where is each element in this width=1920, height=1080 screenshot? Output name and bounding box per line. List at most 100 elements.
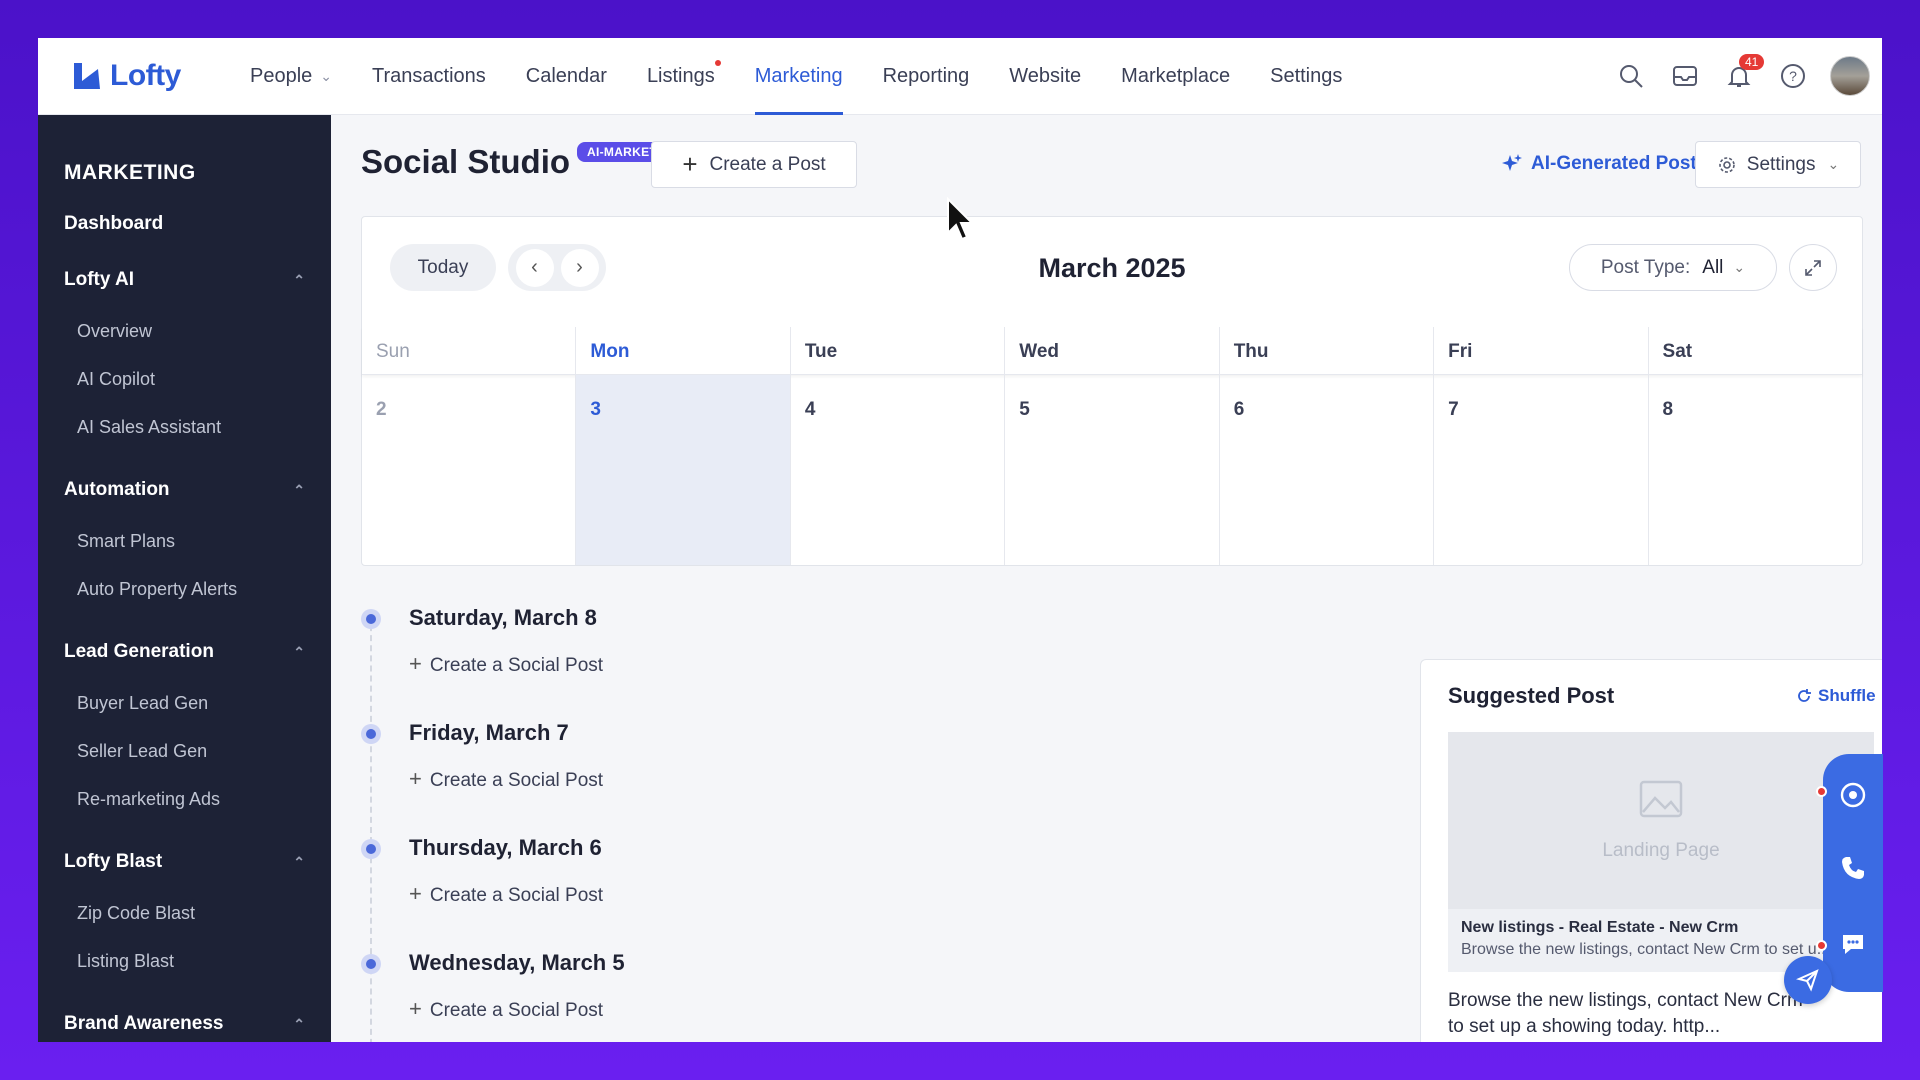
settings-dropdown[interactable]: Settings ⌄ (1695, 141, 1861, 188)
sidebar-item-smart-plans[interactable]: Smart Plans (38, 517, 331, 565)
suggested-post-card[interactable]: Landing Page New listings - Real Estate … (1448, 732, 1874, 972)
sidebar: MARKETING Dashboard Lofty AI ⌃ Overview … (38, 115, 331, 1042)
create-social-post-link[interactable]: + Create a Social Post (409, 766, 603, 792)
chevron-up-icon: ⌃ (293, 271, 305, 288)
sidebar-group-lofty-ai[interactable]: Lofty AI ⌃ (38, 265, 331, 295)
sidebar-item-zip-code-blast[interactable]: Zip Code Blast (38, 889, 331, 937)
post-image-placeholder: Landing Page (1448, 732, 1874, 909)
suggested-post-text: Browse the new listings, contact New Crm… (1448, 990, 1803, 1037)
sidebar-item-listing-blast[interactable]: Listing Blast (38, 937, 331, 985)
nav-marketplace-label: Marketplace (1121, 64, 1231, 87)
sidebar-item-ai-sales-assistant[interactable]: AI Sales Assistant (38, 403, 331, 451)
main-nav: People ⌄ Transactions Calendar Listings … (230, 38, 1362, 115)
timeline-entry: Friday, March 7 + Create a Social Post (361, 720, 1141, 835)
create-post-label: Create a Post (709, 153, 826, 175)
day-cell[interactable]: 6 (1218, 375, 1433, 565)
chevron-down-icon: ⌄ (1827, 156, 1840, 172)
timeline-date: Wednesday, March 5 (409, 950, 625, 975)
day-cell-selected[interactable]: 3 (575, 375, 790, 565)
sidebar-item-ai-copilot[interactable]: AI Copilot (38, 355, 331, 403)
settings-label: Settings (1746, 153, 1816, 175)
floating-action-bar (1816, 754, 1883, 992)
timeline-date: Thursday, March 6 (409, 835, 602, 860)
timeline-date: Friday, March 7 (409, 720, 569, 745)
day-header: Fri (1433, 327, 1647, 374)
help-icon[interactable]: ? (1779, 62, 1807, 90)
nav-website-label: Website (1009, 64, 1082, 87)
lofty-logo[interactable]: Lofty (70, 59, 220, 93)
ai-generated-post-button[interactable]: AI-Generated Post (1501, 153, 1697, 175)
create-social-post-link[interactable]: + Create a Social Post (409, 996, 603, 1022)
nav-listings[interactable]: Listings (627, 38, 735, 115)
listings-notification-dot (714, 59, 721, 66)
sidebar-item-seller-lead-gen[interactable]: Seller Lead Gen (38, 727, 331, 775)
day-header: Sun (376, 341, 410, 362)
lofty-logo-icon (74, 63, 100, 89)
chevron-down-icon: ⌄ (1733, 259, 1746, 275)
expand-icon (1805, 259, 1821, 276)
image-icon (1639, 780, 1683, 817)
nav-marketplace[interactable]: Marketplace (1101, 38, 1250, 115)
sidebar-item-remarketing-ads[interactable]: Re-marketing Ads (38, 775, 331, 823)
timeline-dot (361, 954, 381, 974)
chevron-down-icon: ⌄ (320, 67, 333, 84)
nav-utilities: 41 ? (1604, 54, 1870, 96)
nav-transactions[interactable]: Transactions (352, 38, 506, 115)
create-social-post-label: Create a Social Post (429, 1000, 604, 1021)
sidebar-group-brand-awareness[interactable]: Brand Awareness ⌃ (38, 1009, 331, 1039)
create-social-post-link[interactable]: + Create a Social Post (409, 881, 603, 907)
plus-icon: + (409, 996, 422, 1021)
image-label: Landing Page (1602, 839, 1720, 861)
nav-reporting[interactable]: Reporting (863, 38, 990, 115)
day-cell[interactable]: 5 (1004, 375, 1218, 565)
day-cell[interactable]: 4 (789, 375, 1004, 565)
nav-settings[interactable]: Settings (1250, 38, 1362, 115)
nav-listings-label: Listings (646, 64, 715, 87)
sidebar-group-lead-generation[interactable]: Lead Generation ⌃ (38, 637, 331, 667)
avatar[interactable] (1830, 56, 1870, 96)
search-icon[interactable] (1617, 62, 1645, 90)
inbox-icon[interactable] (1671, 62, 1699, 90)
timeline-entry: Thursday, March 6 + Create a Social Post (361, 835, 1141, 950)
sparkle-icon (1502, 154, 1522, 171)
sidebar-item-buyer-lead-gen[interactable]: Buyer Lead Gen (38, 679, 331, 727)
chevron-up-icon: ⌃ (293, 643, 305, 660)
post-type-filter[interactable]: Post Type: All ⌄ (1569, 244, 1777, 291)
chat-icon[interactable] (1837, 928, 1869, 960)
post-type-label: Post Type: (1600, 256, 1691, 278)
day-header: Thu (1218, 327, 1433, 374)
support-icon[interactable] (1837, 779, 1869, 811)
nav-website[interactable]: Website (989, 38, 1101, 115)
chevron-up-icon: ⌃ (293, 481, 305, 498)
post-timeline: Saturday, March 8 + Create a Social Post … (361, 605, 1141, 1042)
day-cell[interactable]: 2 (362, 375, 575, 565)
sidebar-title: MARKETING (64, 161, 196, 184)
nav-marketing[interactable]: Marketing (735, 38, 863, 115)
bell-icon[interactable]: 41 (1725, 54, 1765, 90)
expand-button[interactable] (1789, 244, 1837, 291)
mouse-cursor-icon (947, 197, 975, 241)
day-cell[interactable]: 7 (1433, 375, 1647, 565)
day-header: Mon (575, 327, 789, 374)
create-social-post-link[interactable]: + Create a Social Post (409, 651, 603, 677)
post-meta-title: New listings - Real Estate - New Crm (1461, 919, 1739, 936)
send-button[interactable] (1784, 956, 1832, 1004)
day-cell[interactable]: 8 (1647, 375, 1862, 565)
nav-people[interactable]: People ⌄ (230, 38, 352, 115)
nav-transactions-label: Transactions (372, 64, 486, 87)
create-post-button[interactable]: + Create a Post (651, 141, 857, 188)
sidebar-item-dashboard[interactable]: Dashboard (38, 185, 331, 235)
phone-icon[interactable] (1837, 852, 1869, 884)
timeline-dot (361, 839, 381, 859)
timeline-dot (361, 609, 381, 629)
sidebar-item-auto-property-alerts[interactable]: Auto Property Alerts (38, 565, 331, 613)
day-header: Wed (1004, 327, 1218, 374)
sidebar-group-label: Automation (64, 479, 170, 500)
sidebar-item-overview[interactable]: Overview (38, 307, 331, 355)
sidebar-group-automation[interactable]: Automation ⌃ (38, 475, 331, 505)
nav-calendar[interactable]: Calendar (506, 38, 627, 115)
shuffle-button[interactable]: Shuffle (1796, 686, 1876, 706)
sidebar-group-lofty-blast[interactable]: Lofty Blast ⌃ (38, 847, 331, 877)
suggested-post-title: Suggested Post (1448, 683, 1615, 708)
create-social-post-label: Create a Social Post (429, 770, 604, 791)
